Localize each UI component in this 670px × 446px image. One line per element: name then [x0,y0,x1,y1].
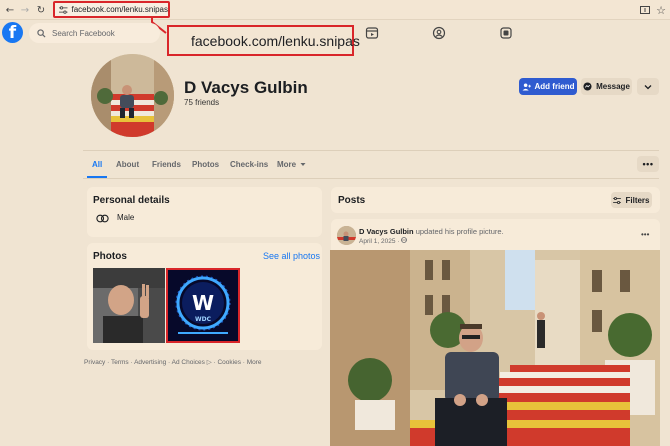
chevron-down-icon [644,84,652,89]
footer-links[interactable]: Privacy · Terms · Advertising · Ad Choic… [84,358,262,366]
personal-details-title: Personal details [93,195,170,206]
caret-down-icon [300,163,306,166]
tab-friends[interactable]: Friends [152,160,181,169]
zoomed-url-text: facebook.com/lenku.snipas [191,32,360,49]
filters-label: Filters [625,195,650,205]
filter-icon [613,196,622,204]
photos-card: Photos See all photos W WDC [87,243,322,350]
facebook-logo-icon[interactable]: f [2,22,23,43]
post-header-text: D Vacys Gulbin updated his profile pictu… [359,227,504,236]
post-date[interactable]: April 1, 2025 · [359,238,399,245]
more-options-icon: ••• [642,159,654,169]
post-image[interactable] [330,250,660,446]
profile-avatar[interactable] [91,54,174,137]
photo-thumbnail-wdc-logo[interactable]: W WDC [166,268,240,343]
post-options-icon[interactable]: ••• [641,230,649,239]
gaming-nav-icon[interactable] [499,26,513,40]
profile-dropdown-button[interactable] [637,78,659,95]
post-photo [330,250,660,446]
filters-button[interactable]: Filters [611,192,652,208]
post-avatar-photo [337,226,356,245]
tabs-divider [83,178,659,179]
profile-divider [83,150,659,151]
svg-text:W: W [192,291,214,315]
posts-header-card: Posts Filters [331,187,660,213]
tab-check-ins[interactable]: Check-ins [230,160,268,169]
search-input[interactable]: Search Facebook [29,23,160,43]
wdc-logo-photo: W WDC [168,270,238,341]
message-button[interactable]: Message [581,78,632,95]
video-nav-icon[interactable] [365,26,379,40]
post-action-text: updated his profile picture. [415,227,504,236]
add-friend-button[interactable]: Add friend [519,78,577,95]
see-all-photos-link[interactable]: See all photos [263,251,320,261]
groups-nav-icon[interactable] [432,26,446,40]
zoomed-url-callout: facebook.com/lenku.snipas [167,25,360,56]
search-icon [37,28,46,38]
posts-title: Posts [338,195,366,206]
gender-icon [96,214,109,223]
gender-value: Male [117,213,135,222]
add-friend-label: Add friend [534,82,575,91]
tab-all[interactable]: All [92,160,102,169]
post-author-name[interactable]: D Vacys Gulbin [359,227,414,236]
wdc-logo-text: WDC [195,316,212,323]
post-date-row: April 1, 2025 · [359,237,408,245]
friends-count[interactable]: 75 friends [184,98,219,107]
avatar-photo [91,54,174,137]
tab-photos[interactable]: Photos [192,160,219,169]
messenger-icon [583,82,592,91]
photo-thumbnail-selfie[interactable] [93,268,165,343]
add-user-icon [522,82,531,91]
selfie-photo [93,268,165,343]
personal-details-card: Personal details Male [87,187,322,237]
tab-about[interactable]: About [116,160,139,169]
tab-more[interactable]: More [277,160,306,169]
tab-more-label: More [277,160,297,169]
globe-icon [401,237,408,243]
tabs-more-options-button[interactable]: ••• [637,156,659,172]
message-label: Message [596,82,630,91]
profile-name: D Vacys Gulbin [184,78,308,97]
photos-title: Photos [93,251,127,262]
search-placeholder: Search Facebook [52,28,115,38]
post-author-avatar[interactable] [337,226,356,245]
